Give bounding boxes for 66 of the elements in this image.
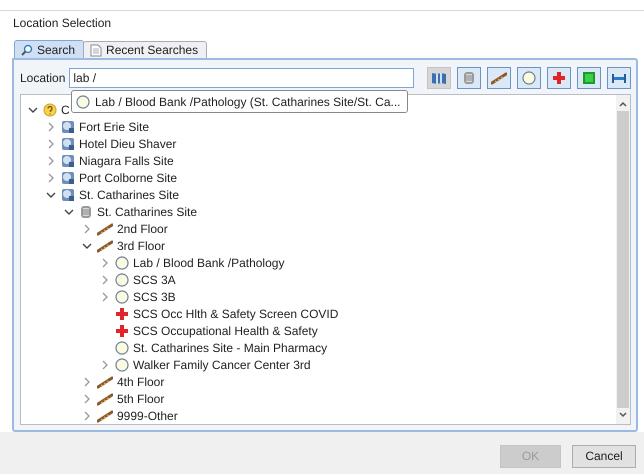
filter-button[interactable] — [427, 67, 451, 89]
circle-icon — [76, 94, 90, 108]
building-icon — [462, 71, 476, 85]
circle-icon — [522, 71, 536, 85]
help-icon — [43, 102, 57, 116]
tree-item-label[interactable]: SCS 3A — [133, 272, 176, 286]
filter-button[interactable] — [607, 67, 631, 89]
window-title: Location Selection — [12, 15, 112, 32]
filter-button[interactable] — [457, 67, 481, 89]
tree-item-label[interactable]: SCS 3B — [133, 290, 176, 304]
filter-button[interactable] — [547, 67, 571, 89]
stairs-icon — [97, 408, 113, 422]
site-icon — [61, 136, 75, 150]
cross-icon — [115, 324, 129, 338]
tree-item-label[interactable]: St. Catharines Site — [79, 188, 180, 202]
tree-item-label[interactable]: C — [61, 102, 70, 116]
location-field[interactable]: lab / — [69, 68, 414, 88]
building-icon — [79, 204, 93, 218]
tree-item-label[interactable]: Fort Erie Site — [79, 120, 150, 134]
stairs-icon — [97, 392, 113, 406]
scrollbar[interactable] — [616, 95, 630, 424]
site-icon — [61, 154, 75, 168]
tree-item-label[interactable]: 4th Floor — [117, 374, 164, 388]
stairs-icon — [97, 222, 113, 236]
tree-item-label[interactable]: Niagara Falls Site — [79, 154, 174, 168]
scroll-up-icon[interactable] — [618, 99, 628, 109]
stairs-icon — [97, 374, 113, 388]
circle-icon — [115, 358, 129, 372]
search-icon — [21, 44, 33, 56]
scroll-down-icon[interactable] — [618, 410, 628, 420]
tree-item-label[interactable]: St. Catharines Site - Main Pharmacy — [133, 340, 328, 354]
room-icon — [582, 71, 596, 85]
page-icon — [90, 44, 102, 56]
site-icon — [61, 170, 75, 184]
tree-item-label[interactable]: Walker Family Cancer Center 3rd — [133, 358, 311, 372]
stairs-icon — [491, 71, 507, 85]
filter-button[interactable] — [517, 67, 541, 89]
suggestion-item[interactable]: Lab / Blood Bank /Pathology (St. Catharines Site/St. Ca... — [71, 90, 408, 113]
tree-item-label[interactable]: SCS Occupational Health & Safety — [133, 324, 318, 338]
circle-icon — [115, 290, 129, 304]
tree-item-label[interactable]: 5th Floor — [117, 392, 164, 406]
filter-button[interactable] — [577, 67, 601, 89]
tree-item-label[interactable]: Hotel Dieu Shaver — [79, 136, 176, 150]
tree-item-label[interactable]: Lab / Blood Bank /Pathology — [133, 256, 284, 270]
cross-icon — [552, 71, 566, 85]
tree-item-label[interactable]: 2nd Floor — [117, 222, 168, 236]
circle-icon — [115, 340, 129, 354]
site-icon — [61, 120, 75, 134]
cross-icon — [115, 306, 129, 320]
tab[interactable]: Search — [14, 40, 84, 58]
location-label: Location — [20, 71, 66, 85]
circle-icon — [115, 256, 129, 270]
tree-item-label[interactable]: 9999-Other — [117, 408, 178, 422]
tree-item-label[interactable]: 3rd Floor — [117, 238, 166, 252]
bed-icon — [611, 71, 627, 85]
stairs-icon — [97, 238, 113, 252]
tab[interactable]: Recent Searches — [83, 41, 208, 58]
tree-item-label[interactable]: Port Colborne Site — [79, 170, 178, 184]
tree-item-label[interactable]: St. Catharines Site — [97, 204, 198, 218]
map-icon — [431, 71, 447, 85]
tree-item-label[interactable]: SCS Occ Hlth & Safety Screen COVID — [133, 306, 338, 320]
dialog-button[interactable]: Cancel — [572, 444, 636, 468]
circle-icon — [115, 272, 129, 286]
scroll-thumb[interactable] — [617, 111, 629, 408]
site-icon — [61, 188, 75, 202]
filter-button[interactable] — [487, 67, 511, 89]
